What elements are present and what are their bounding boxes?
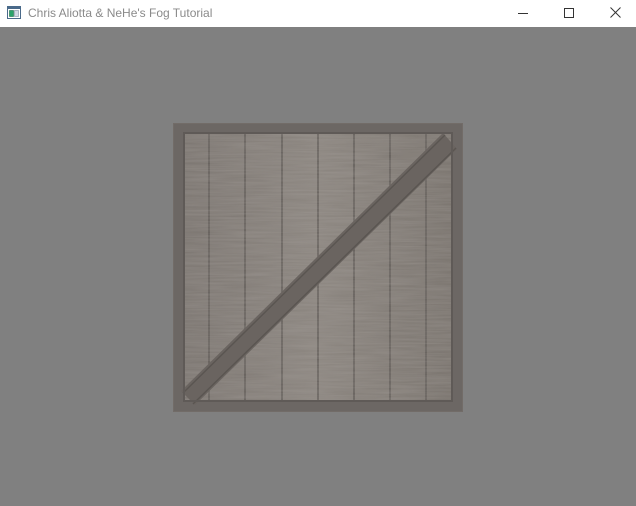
opengl-viewport[interactable] [0, 27, 636, 506]
app-window: Chris Aliotta & NeHe's Fog Tutorial [0, 0, 636, 506]
title-bar[interactable]: Chris Aliotta & NeHe's Fog Tutorial [0, 0, 636, 27]
maximize-icon [564, 5, 574, 23]
window-title: Chris Aliotta & NeHe's Fog Tutorial [28, 6, 213, 20]
maximize-button[interactable] [546, 0, 592, 27]
minimize-icon [518, 5, 528, 23]
close-button[interactable] [592, 0, 636, 27]
minimize-button[interactable] [500, 0, 546, 27]
opengl-window-icon [7, 6, 21, 19]
close-icon [609, 5, 621, 23]
wooden-crate [173, 123, 463, 412]
